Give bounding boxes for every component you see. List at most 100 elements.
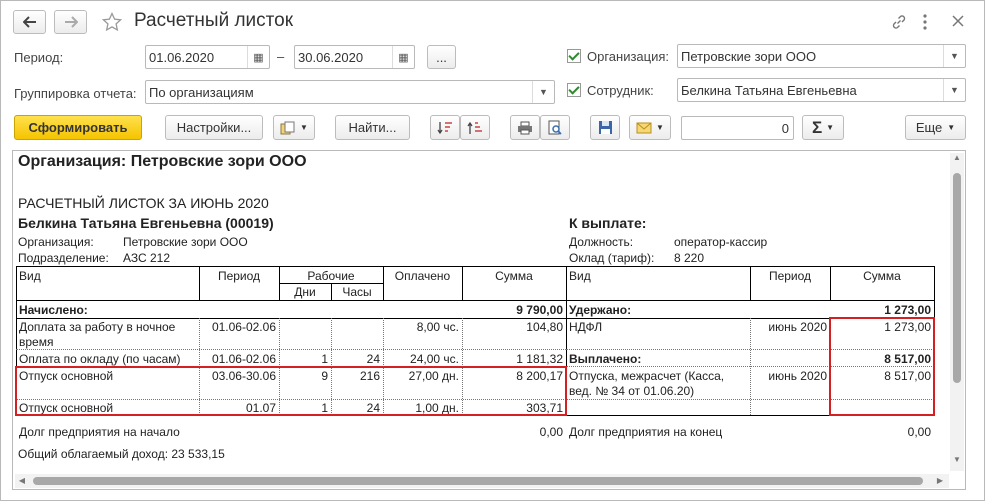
org-info-value: Петровские зори ООО <box>123 235 248 249</box>
row-period: 01.06-02.06 <box>211 320 276 334</box>
debt-start-label: Долг предприятия на начало <box>19 425 180 439</box>
sort-asc-icon <box>467 121 482 134</box>
arrow-right-icon <box>64 16 78 28</box>
link-icon[interactable] <box>891 14 907 30</box>
to-pay-label: К выплате: <box>569 215 647 231</box>
dept-label: Подразделение: <box>18 251 109 265</box>
col-header-period-2: Период <box>768 269 812 283</box>
ndfl-period: июнь 2020 <box>768 320 827 334</box>
dept-value: АЗС 212 <box>123 251 171 265</box>
generate-button[interactable]: Сформировать <box>14 115 142 140</box>
vertical-scrollbar[interactable]: ▲ ▼ <box>950 153 964 471</box>
employee-field[interactable]: Белкина Татьяна Евгеньевна ▼ <box>677 78 966 102</box>
accrued-total: 9 790,00 <box>516 303 563 317</box>
envelope-icon <box>636 122 652 133</box>
row-paid: 8,00 чс. <box>416 320 459 334</box>
group-field[interactable]: По организациям ▼ <box>145 80 555 104</box>
report-document[interactable]: Организация: Петровские зори ООО РАСЧЕТН… <box>12 150 966 490</box>
salary-label: Оклад (тариф): <box>569 251 655 265</box>
col-header-sum-2: Сумма <box>863 269 901 283</box>
scroll-down-arrow[interactable]: ▼ <box>950 455 964 469</box>
employee-checkbox[interactable] <box>567 83 581 97</box>
save-button[interactable] <box>590 115 620 140</box>
col-header-hours: Часы <box>342 285 372 299</box>
sort-desc-icon <box>437 121 452 134</box>
settings-button[interactable]: Настройки... <box>165 115 263 140</box>
salary-value: 8 220 <box>674 251 705 265</box>
vacation-payment-period: июнь 2020 <box>768 369 827 383</box>
period-label: Период: <box>14 50 64 65</box>
org-value: Петровские зори ООО <box>681 49 817 64</box>
sort-desc-button[interactable] <box>430 115 460 140</box>
row-sum: 1 181,32 <box>516 352 563 366</box>
vacation-payment-name: Отпуска, межрасчет (Касса, вед. № 34 от … <box>569 369 725 398</box>
print-preview-icon <box>548 120 562 135</box>
col-header-paid: Оплачено <box>394 269 451 283</box>
row-paid: 24,00 чс. <box>410 352 459 366</box>
col-header-days: Дни <box>294 285 316 299</box>
forward-button[interactable] <box>54 10 87 34</box>
sum-mode-button[interactable]: Σ ▼ <box>802 115 844 140</box>
more-actions-button[interactable]: Еще ▼ <box>905 115 966 140</box>
more-actions-label: Еще <box>915 120 943 135</box>
report-title: РАСЧЕТНЫЙ ЛИСТОК ЗА ИЮНЬ 2020 <box>18 195 269 211</box>
paid-label: Выплачено: <box>569 352 642 366</box>
close-icon[interactable] <box>952 15 964 27</box>
back-button[interactable] <box>13 10 46 34</box>
selection-sum-field[interactable]: 0 <box>681 116 794 140</box>
arrow-left-icon <box>22 16 36 28</box>
scroll-up-arrow[interactable]: ▲ <box>950 153 964 167</box>
date-to-value: 30.06.2020 <box>298 50 364 65</box>
col-header-period: Период <box>217 269 261 283</box>
chevron-down-icon: ▼ <box>656 123 664 132</box>
vertical-scroll-thumb[interactable] <box>953 173 961 383</box>
horizontal-scrollbar[interactable]: ◀ ▶ <box>15 474 949 488</box>
date-to-field[interactable]: 30.06.2020 ▦ <box>294 45 415 69</box>
horizontal-scroll-thumb[interactable] <box>33 477 923 485</box>
chevron-down-icon: ▼ <box>947 123 956 132</box>
col-header-type-2: Вид <box>569 269 591 283</box>
print-button[interactable] <box>510 115 540 140</box>
date-from-field[interactable]: 01.06.2020 ▦ <box>145 45 270 69</box>
date-dash: – <box>277 49 285 64</box>
row-days: 1 <box>321 352 328 366</box>
report-variant-icon <box>280 121 295 134</box>
period-select-button[interactable]: ... <box>427 45 456 69</box>
report-window: Расчетный листок Период: 01.06.2020 ▦ – … <box>0 0 985 501</box>
selection-sum-value: 0 <box>781 121 789 136</box>
row-name: Доплата за работу в ночное время <box>19 320 176 349</box>
employee-name: Белкина Татьяна Евгеньевна (00019) <box>18 215 274 231</box>
chevron-down-icon: ▼ <box>826 123 835 132</box>
row-name: Оплата по окладу (по часам) <box>19 352 181 366</box>
find-button[interactable]: Найти... <box>335 115 410 140</box>
variants-button[interactable]: ▼ <box>273 115 315 140</box>
employee-label: Сотрудник: <box>587 83 654 98</box>
scroll-right-arrow[interactable]: ▶ <box>933 474 947 488</box>
send-email-button[interactable]: ▼ <box>629 115 671 140</box>
debt-end-label: Долг предприятия на конец <box>569 425 723 439</box>
employee-value: Белкина Татьяна Евгеньевна <box>681 83 857 98</box>
highlight-vacation-rows <box>15 366 567 416</box>
org-label: Организация: <box>587 49 670 64</box>
org-checkbox[interactable] <box>567 49 581 63</box>
chevron-down-icon[interactable]: ▼ <box>943 79 965 101</box>
org-header: Организация: Петровские зори ООО <box>18 153 307 170</box>
chevron-down-icon[interactable]: ▼ <box>532 81 554 103</box>
org-field[interactable]: Петровские зори ООО ▼ <box>677 44 966 68</box>
taxable-income: Общий облагаемый доход: 23 533,15 <box>18 447 225 461</box>
date-from-value: 01.06.2020 <box>149 50 215 65</box>
withheld-label: Удержано: <box>569 303 632 317</box>
more-vert-icon[interactable] <box>922 13 928 31</box>
row-sum: 104,80 <box>526 320 563 334</box>
chevron-down-icon[interactable]: ▼ <box>943 45 965 67</box>
calendar-icon[interactable]: ▦ <box>392 46 414 68</box>
position-label: Должность: <box>569 235 634 249</box>
preview-button[interactable] <box>540 115 570 140</box>
col-header-sum: Сумма <box>495 269 533 283</box>
calendar-icon[interactable]: ▦ <box>247 46 269 68</box>
scroll-left-arrow[interactable]: ◀ <box>15 474 29 488</box>
chevron-down-icon: ▼ <box>300 123 308 132</box>
star-icon[interactable] <box>102 12 122 32</box>
sort-asc-button[interactable] <box>460 115 490 140</box>
position-value: оператор-кассир <box>674 235 768 249</box>
